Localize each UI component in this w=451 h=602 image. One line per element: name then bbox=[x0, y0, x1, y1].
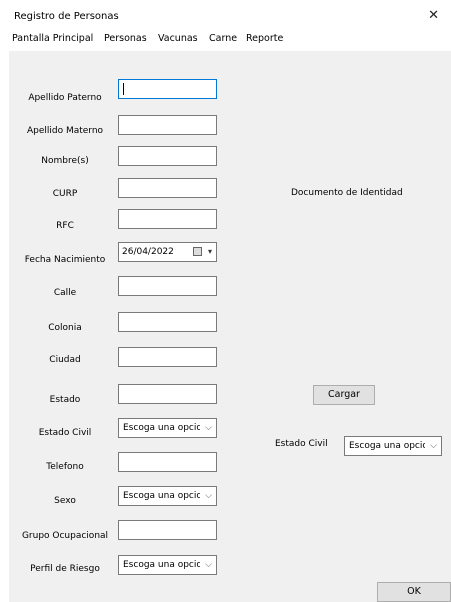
calendar-icon[interactable] bbox=[193, 247, 202, 256]
fecha-value: 26/04/2022 bbox=[122, 247, 174, 257]
colonia-input[interactable] bbox=[118, 312, 217, 332]
menu-bar: Pantalla Principal Personas Vacunas Carn… bbox=[0, 30, 451, 48]
text-caret bbox=[123, 83, 124, 95]
perfil-riesgo-label: Perfil de Riesgo bbox=[30, 564, 100, 574]
curp-input[interactable] bbox=[118, 178, 217, 198]
nombres-label: Nombre(s) bbox=[41, 156, 89, 166]
perfil-riesgo-value: Escoga una opcior bbox=[123, 560, 200, 570]
perfil-riesgo-select[interactable]: Escoga una opcior ⌵ bbox=[118, 555, 217, 575]
ciudad-input[interactable] bbox=[118, 347, 217, 367]
rfc-input[interactable] bbox=[118, 209, 217, 229]
ok-button[interactable]: OK bbox=[377, 582, 451, 602]
menu-pantalla-principal[interactable]: Pantalla Principal bbox=[12, 33, 93, 44]
estado-civil-value: Escoga una opcior bbox=[123, 423, 200, 433]
chevron-down-icon: ⌵ bbox=[205, 491, 212, 501]
fecha-nacimiento-picker[interactable]: 26/04/2022 ▾ bbox=[118, 242, 217, 262]
estado-civil-label: Estado Civil bbox=[38, 428, 92, 438]
apellido-paterno-input[interactable] bbox=[118, 79, 217, 99]
calle-input[interactable] bbox=[118, 276, 217, 296]
estado-civil-right-select[interactable]: Escoga una opcior ⌵ bbox=[344, 436, 442, 456]
menu-personas[interactable]: Personas bbox=[104, 33, 147, 44]
sexo-select[interactable]: Escoga una opcior ⌵ bbox=[118, 486, 217, 506]
menu-reporte[interactable]: Reporte bbox=[246, 33, 283, 44]
estado-civil-right-value: Escoga una opcior bbox=[349, 441, 425, 451]
colonia-label: Colonia bbox=[48, 323, 82, 333]
menu-carne[interactable]: Carne bbox=[209, 33, 237, 44]
sexo-value: Escoga una opcior bbox=[123, 491, 200, 501]
close-icon[interactable]: ✕ bbox=[428, 8, 439, 23]
sexo-label: Sexo bbox=[54, 496, 76, 506]
curp-label: CURP bbox=[52, 189, 78, 199]
apellido-materno-input[interactable] bbox=[118, 115, 217, 135]
estado-label: Estado bbox=[49, 395, 81, 405]
chevron-down-icon: ⌵ bbox=[205, 423, 212, 433]
ciudad-label: Ciudad bbox=[49, 355, 81, 365]
grupo-ocupacional-label: Grupo Ocupacional bbox=[21, 531, 109, 541]
telefono-input[interactable] bbox=[118, 452, 217, 472]
title-bar: Registro de Personas ✕ bbox=[0, 0, 451, 30]
nombres-input[interactable] bbox=[118, 146, 217, 166]
grupo-ocupacional-input[interactable] bbox=[118, 520, 217, 540]
apellido-paterno-label: Apellido Paterno bbox=[28, 93, 102, 103]
estado-civil-right-label: Estado Civil bbox=[275, 439, 328, 449]
rfc-label: RFC bbox=[56, 221, 74, 231]
chevron-down-icon: ⌵ bbox=[430, 441, 437, 451]
menu-vacunas[interactable]: Vacunas bbox=[158, 33, 198, 44]
apellido-materno-label: Apellido Materno bbox=[26, 126, 104, 136]
window-title: Registro de Personas bbox=[14, 11, 119, 22]
documento-identidad-label: Documento de Identidad bbox=[291, 188, 403, 198]
chevron-down-icon: ⌵ bbox=[205, 560, 212, 570]
calle-label: Calle bbox=[53, 288, 77, 298]
telefono-label: Telefono bbox=[46, 462, 84, 472]
estado-civil-select[interactable]: Escoga una opcior ⌵ bbox=[118, 418, 217, 438]
cargar-button[interactable]: Cargar bbox=[313, 385, 375, 405]
fecha-nacimiento-label: Fecha Nacimiento bbox=[24, 255, 106, 265]
chevron-down-icon[interactable]: ▾ bbox=[208, 243, 212, 261]
estado-input[interactable] bbox=[118, 384, 217, 404]
